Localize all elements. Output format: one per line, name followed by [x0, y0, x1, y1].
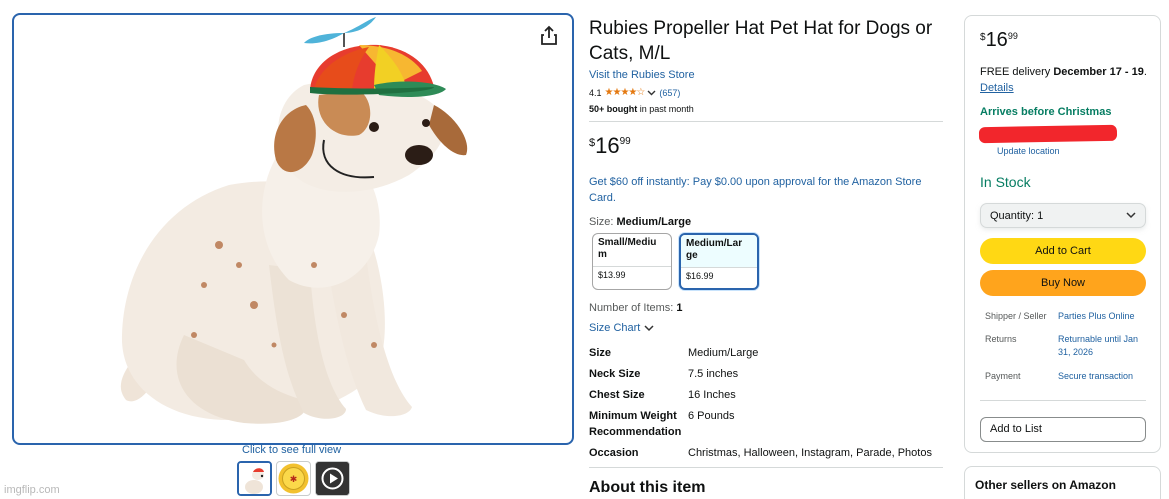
- items-value: 1: [676, 302, 683, 314]
- redacted-location: [978, 124, 1118, 144]
- bought-rest: in past month: [637, 104, 694, 114]
- buy-now-button[interactable]: Buy Now: [980, 270, 1146, 296]
- spec-value: 6 Pounds: [688, 410, 735, 422]
- delivery-details-link[interactable]: Details: [980, 82, 1014, 94]
- divider: [589, 121, 943, 122]
- add-to-list-button[interactable]: Add to List: [980, 417, 1146, 442]
- badge-thumbnail-icon: ✱: [278, 463, 309, 494]
- size-option-price: $16.99: [681, 267, 757, 284]
- delivery-pre: FREE delivery: [980, 66, 1054, 78]
- share-icon[interactable]: [537, 24, 561, 48]
- shipper-label: Shipper / Seller: [985, 311, 1047, 321]
- size-label-text: Size:: [589, 216, 617, 228]
- add-to-cart-button[interactable]: Add to Cart: [980, 238, 1146, 264]
- thumbnail-video[interactable]: [315, 461, 350, 496]
- spec-value: 16 Inches: [688, 389, 736, 401]
- divider: [980, 400, 1146, 401]
- quantity-value: Quantity: 1: [990, 209, 1044, 222]
- play-video-icon: [316, 462, 349, 495]
- spec-value: 7.5 inches: [688, 368, 739, 380]
- buybox-price: $ 16 99: [980, 29, 1018, 51]
- payment-link[interactable]: Secure transaction: [1058, 370, 1148, 383]
- rating-row[interactable]: 4.1 ★★★★☆ (657): [589, 87, 680, 98]
- rating-value: 4.1: [589, 87, 602, 98]
- stock-status: In Stock: [980, 174, 1031, 190]
- update-location-link[interactable]: Update location: [997, 146, 1060, 156]
- spec-value: Christmas, Halloween, Instagram, Parade,…: [688, 447, 932, 459]
- divider: [589, 467, 943, 468]
- price-fraction: 99: [1007, 31, 1018, 41]
- delivery-date: December 17 - 19: [1053, 66, 1144, 78]
- spec-key: Occasion: [589, 447, 639, 459]
- quantity-select[interactable]: Quantity: 1: [980, 203, 1146, 228]
- price-whole: 16: [985, 29, 1008, 51]
- size-option-name: Medium/Lar ge: [681, 235, 757, 267]
- chevron-down-icon: [1126, 212, 1136, 219]
- rating-count-link[interactable]: (657): [659, 88, 680, 98]
- spec-value: Medium/Large: [688, 347, 759, 359]
- spec-key: Size: [589, 347, 612, 359]
- store-card-promo-link[interactable]: Get $60 off instantly: Pay $0.00 upon ap…: [589, 174, 939, 206]
- size-chart-link[interactable]: Size Chart: [589, 322, 654, 334]
- price-fraction: 99: [619, 136, 631, 147]
- arrives-before-christmas: Arrives before Christmas: [980, 106, 1112, 118]
- about-this-item-heading: About this item: [589, 479, 706, 496]
- number-of-items: Number of Items: 1: [589, 302, 683, 314]
- chevron-down-icon: [644, 324, 654, 331]
- main-product-image[interactable]: [12, 13, 574, 445]
- dog-with-propeller-hat-image: [120, 17, 468, 424]
- dog-thumbnail-icon: [239, 463, 270, 494]
- product-price: $ 16 99: [589, 134, 631, 158]
- size-chart-label: Size Chart: [589, 322, 641, 334]
- size-selected-value: Medium/Large: [616, 216, 692, 228]
- spec-key: Chest Size: [589, 389, 645, 401]
- items-label: Number of Items:: [589, 302, 677, 314]
- thumbnail-badge[interactable]: ✱: [276, 461, 311, 496]
- watermark: imgflip.com: [4, 484, 60, 496]
- thumbnail-dog[interactable]: [237, 461, 272, 496]
- spec-key: Minimum Weight Recommendation: [589, 410, 682, 438]
- size-option-price: $13.99: [593, 266, 671, 283]
- other-sellers-heading: Other sellers on Amazon: [975, 478, 1116, 492]
- spec-key: Neck Size: [589, 368, 641, 380]
- see-full-view-link[interactable]: Click to see full view: [242, 444, 341, 456]
- returns-label: Returns: [985, 334, 1017, 344]
- store-link[interactable]: Visit the Rubies Store: [589, 69, 695, 81]
- svg-text:✱: ✱: [290, 474, 298, 484]
- shipper-link[interactable]: Parties Plus Online: [1058, 310, 1148, 323]
- size-option-medium-large[interactable]: Medium/Lar ge $16.99: [679, 233, 759, 290]
- chevron-down-icon[interactable]: [647, 90, 656, 96]
- size-option-name: Small/Mediu m: [598, 237, 657, 260]
- size-option-small-medium[interactable]: Small/Mediu m $13.99: [592, 233, 672, 290]
- delivery-info: FREE delivery December 17 - 19. Details: [980, 64, 1150, 96]
- size-label: Size: Medium/Large: [589, 216, 691, 228]
- bought-count: 50+ bought: [589, 104, 638, 114]
- bought-in-past-month: 50+ bought in past month: [589, 104, 694, 114]
- payment-label: Payment: [985, 371, 1021, 381]
- returns-link[interactable]: Returnable until Jan 31, 2026: [1058, 333, 1148, 359]
- delivery-dot: .: [1143, 66, 1147, 78]
- star-rating-icon[interactable]: ★★★★☆: [605, 87, 646, 98]
- product-title: Rubies Propeller Hat Pet Hat for Dogs or…: [589, 18, 933, 64]
- price-whole: 16: [595, 133, 620, 158]
